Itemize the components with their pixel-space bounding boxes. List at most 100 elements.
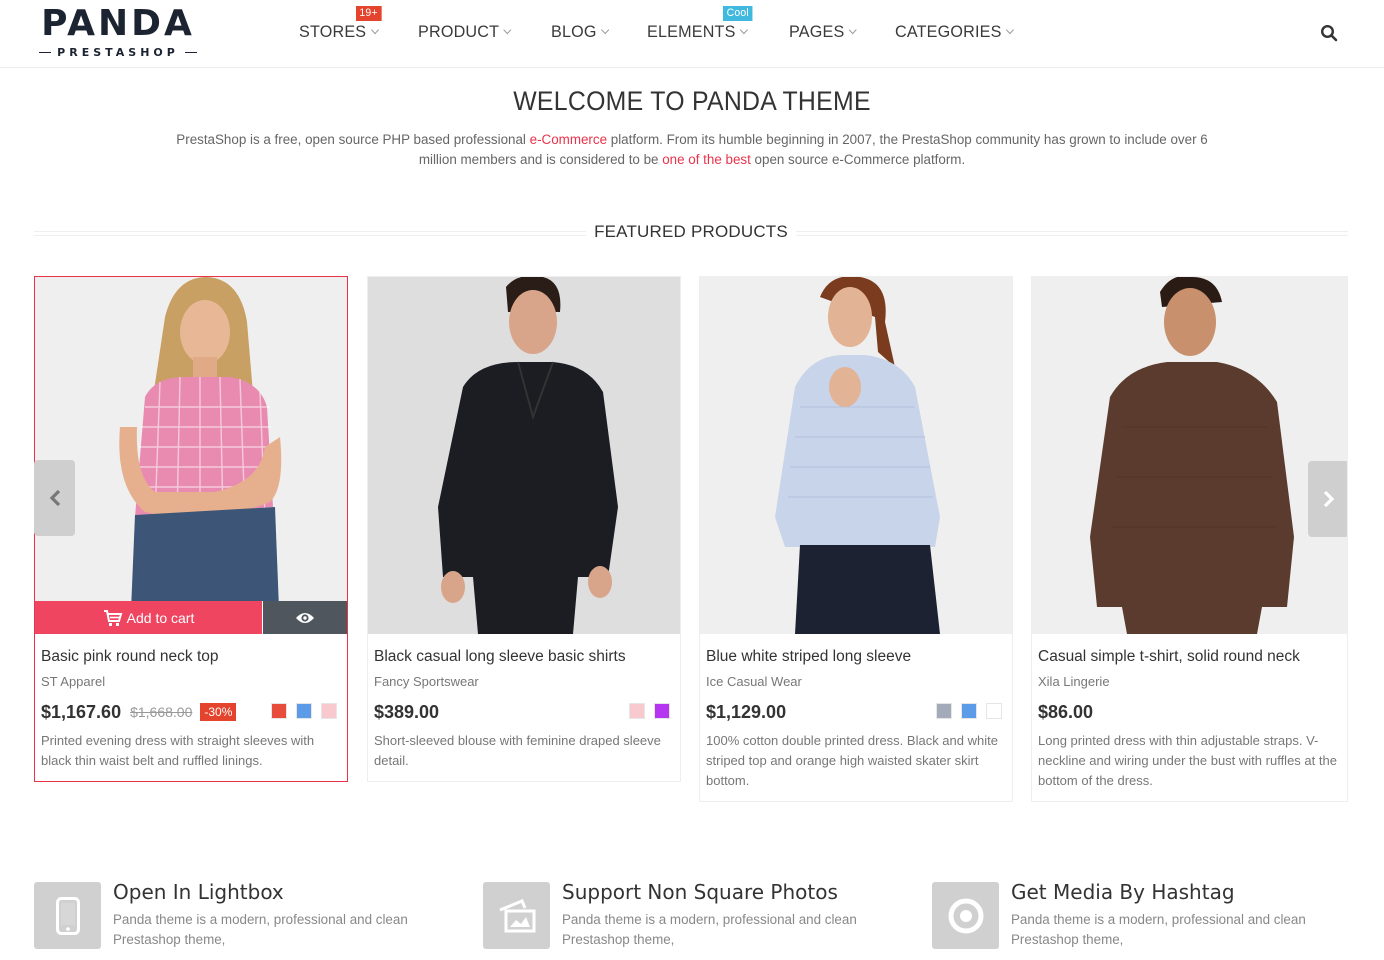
welcome-text-part: PrestaShop is a free, open source PHP ba… bbox=[176, 132, 530, 147]
feature-title: Support Non Square Photos bbox=[562, 880, 838, 904]
circle-target-icon bbox=[932, 882, 999, 949]
nav-item-product[interactable]: PRODUCT bbox=[417, 20, 512, 44]
color-swatch[interactable] bbox=[321, 703, 337, 719]
product-card[interactable]: Casual simple t-shirt, solid round neck … bbox=[1031, 276, 1348, 802]
product-image[interactable] bbox=[700, 277, 1012, 634]
product-card[interactable]: Blue white striped long sleeve Ice Casua… bbox=[699, 276, 1013, 802]
feature-item: Get Media By Hashtag Panda theme is a mo… bbox=[932, 880, 1372, 952]
product-description: Printed evening dress with straight slee… bbox=[41, 733, 315, 768]
logo-dash-left bbox=[39, 51, 52, 54]
nav-item-elements[interactable]: ELEMENTS Cool bbox=[647, 6, 753, 44]
mobile-phone-icon bbox=[34, 882, 101, 949]
product-image[interactable] bbox=[368, 277, 680, 634]
nav-item-label: STORES bbox=[299, 22, 367, 41]
product-name[interactable]: Casual simple t-shirt, solid round neck bbox=[1038, 646, 1341, 668]
product-info: Casual simple t-shirt, solid round neck … bbox=[1032, 634, 1347, 801]
nav-item-label: CATEGORIES bbox=[894, 22, 1002, 41]
color-swatch[interactable] bbox=[271, 703, 287, 719]
price-row: $389.00 bbox=[374, 699, 674, 725]
quick-view-button[interactable] bbox=[263, 601, 347, 634]
chevron-down-icon bbox=[848, 25, 857, 35]
search-icon[interactable] bbox=[1320, 24, 1338, 42]
logo[interactable]: PANDA PRESTASHOP bbox=[34, 4, 202, 59]
nav-item-blog[interactable]: BLOG bbox=[551, 20, 610, 44]
welcome-title: WELCOME TO PANDA THEME bbox=[513, 86, 871, 116]
eye-icon bbox=[296, 612, 314, 623]
product-card[interactable]: Black casual long sleeve basic shirts Fa… bbox=[367, 276, 681, 782]
product-info: Black casual long sleeve basic shirts Fa… bbox=[368, 634, 680, 781]
add-to-cart-label: Add to cart bbox=[126, 609, 195, 626]
logo-title: PANDA bbox=[41, 3, 195, 44]
photos-icon bbox=[483, 882, 550, 949]
feature-item: Support Non Square Photos Panda theme is… bbox=[483, 880, 923, 952]
chevron-down-icon bbox=[1005, 25, 1015, 35]
color-swatch[interactable] bbox=[629, 703, 645, 719]
nav-badge: 19+ bbox=[355, 6, 382, 21]
chevron-left-icon bbox=[49, 489, 60, 507]
features-section: Open In Lightbox Panda theme is a modern… bbox=[34, 880, 1348, 952]
product-actions: Add to cart bbox=[35, 601, 347, 634]
ecommerce-link[interactable]: e-Commerce bbox=[530, 132, 607, 147]
product-brand: Fancy Sportswear bbox=[374, 674, 479, 689]
product-brand: Xila Lingerie bbox=[1038, 674, 1110, 689]
product-name[interactable]: Black casual long sleeve basic shirts bbox=[374, 646, 674, 668]
product-info: Basic pink round neck top ST Apparel $1,… bbox=[35, 634, 347, 781]
chevron-down-icon bbox=[601, 25, 610, 35]
color-swatch[interactable] bbox=[961, 703, 977, 719]
add-to-cart-button[interactable]: Add to cart bbox=[35, 601, 263, 634]
nav-item-pages[interactable]: PAGES bbox=[788, 20, 857, 44]
product-price: $389.00 bbox=[374, 701, 440, 722]
feature-description: Panda theme is a modern, professional an… bbox=[113, 912, 408, 947]
logo-dash-right bbox=[184, 51, 197, 54]
product-name[interactable]: Blue white striped long sleeve bbox=[706, 646, 1006, 668]
feature-description: Panda theme is a modern, professional an… bbox=[562, 912, 857, 947]
product-image[interactable]: Add to cart bbox=[35, 277, 347, 634]
color-swatch[interactable] bbox=[936, 703, 952, 719]
nav-item-label: BLOG bbox=[551, 22, 597, 41]
product-description: Short-sleeved blouse with feminine drape… bbox=[374, 733, 661, 768]
cart-icon bbox=[103, 609, 122, 626]
nav-item-label: ELEMENTS bbox=[647, 22, 736, 41]
one-of-the-best-link[interactable]: one of the best bbox=[662, 152, 751, 167]
product-description: Long printed dress with thin adjustable … bbox=[1038, 733, 1337, 788]
color-swatches bbox=[629, 703, 670, 719]
product-price: $1,129.00 bbox=[706, 701, 787, 722]
color-swatch[interactable] bbox=[986, 703, 1002, 719]
featured-products-heading: FEATURED PRODUCTS bbox=[34, 222, 1348, 244]
logo-subtitle-text: PRESTASHOP bbox=[57, 46, 179, 59]
feature-description: Panda theme is a modern, professional an… bbox=[1011, 912, 1306, 947]
product-info: Blue white striped long sleeve Ice Casua… bbox=[700, 634, 1012, 801]
site-header: PANDA PRESTASHOP STORES 19+ PRODUCT BLOG… bbox=[0, 0, 1384, 68]
price-row: $1,167.60 $1,668.00 -30% bbox=[41, 699, 341, 725]
product-brand: Ice Casual Wear bbox=[706, 674, 802, 689]
chevron-down-icon bbox=[503, 25, 512, 35]
feature-item: Open In Lightbox Panda theme is a modern… bbox=[34, 880, 474, 952]
color-swatches bbox=[271, 703, 337, 719]
discount-badge: -30% bbox=[200, 703, 237, 721]
nav-badge: Cool bbox=[723, 6, 753, 21]
feature-title: Open In Lightbox bbox=[113, 880, 284, 904]
product-price: $1,167.60 bbox=[41, 701, 122, 722]
nav-item-stores[interactable]: STORES 19+ bbox=[299, 6, 382, 44]
product-card[interactable]: Add to cart Basic pink round neck top ST… bbox=[34, 276, 348, 782]
color-swatch[interactable] bbox=[654, 703, 670, 719]
carousel-next-button[interactable] bbox=[1308, 461, 1347, 537]
carousel-prev-button[interactable] bbox=[34, 460, 75, 536]
color-swatches bbox=[936, 703, 1002, 719]
nav-item-label: PAGES bbox=[788, 22, 844, 41]
main-nav: STORES 19+ PRODUCT BLOG ELEMENTS Cool PA… bbox=[299, 6, 1055, 44]
nav-item-categories[interactable]: CATEGORIES bbox=[894, 20, 1015, 44]
color-swatch[interactable] bbox=[296, 703, 312, 719]
feature-title: Get Media By Hashtag bbox=[1011, 880, 1235, 904]
chevron-down-icon bbox=[740, 25, 749, 35]
product-image[interactable] bbox=[1032, 277, 1347, 634]
price-row: $86.00 bbox=[1038, 699, 1341, 725]
chevron-down-icon bbox=[370, 25, 379, 35]
section-title: FEATURED PRODUCTS bbox=[586, 222, 796, 242]
product-name[interactable]: Basic pink round neck top bbox=[41, 646, 341, 668]
welcome-text-part: open source e-Commerce platform. bbox=[750, 152, 966, 167]
welcome-text: PrestaShop is a free, open source PHP ba… bbox=[160, 130, 1224, 170]
product-brand: ST Apparel bbox=[41, 674, 106, 689]
chevron-right-icon bbox=[1323, 490, 1334, 508]
nav-item-label: PRODUCT bbox=[417, 22, 499, 41]
